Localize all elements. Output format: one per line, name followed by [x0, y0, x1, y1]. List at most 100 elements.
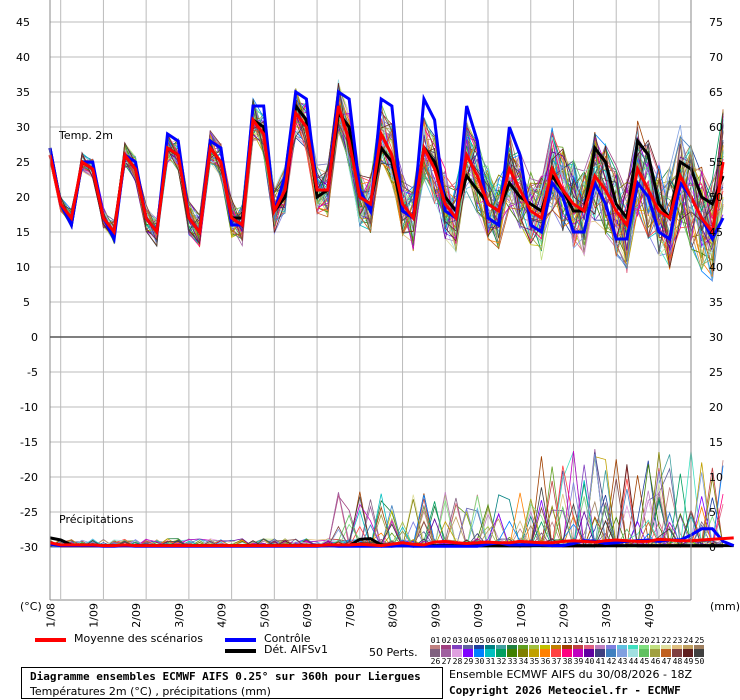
- precip-panel-label: Précipitations: [59, 513, 134, 526]
- pert-number: 48: [672, 657, 683, 666]
- grid: [50, 0, 691, 599]
- precip-left-tick: -10: [20, 401, 38, 414]
- copyright: Copyright 2026 Meteociel.fr - ECMWF: [449, 684, 681, 697]
- pert-number: 10: [529, 636, 540, 645]
- date-label: 09/09: [429, 603, 442, 628]
- date-label: 08/09: [387, 603, 400, 628]
- pert-number: 30: [474, 657, 485, 666]
- precip-left-tick: -25: [20, 506, 38, 519]
- date-label: 13/09: [600, 603, 613, 628]
- date-label: 01/09: [87, 603, 100, 628]
- mean-legend-swatch: [35, 638, 66, 642]
- pert-number: 24: [683, 636, 694, 645]
- temp-left-tick: 20: [16, 191, 30, 204]
- pert-number: 18: [617, 636, 628, 645]
- precip-right-tick: 30: [709, 331, 723, 344]
- pert-swatch: [529, 649, 539, 657]
- pert-number: 39: [573, 657, 584, 666]
- pert-swatch: [628, 649, 638, 657]
- pert-number: 43: [617, 657, 628, 666]
- pert-number: 07: [496, 636, 507, 645]
- temp-left-tick: 15: [16, 226, 30, 239]
- pert-number: 11: [540, 636, 551, 645]
- pert-number: 16: [595, 636, 606, 645]
- pert-number: 42: [606, 657, 617, 666]
- axes: 454035302520151057570656055504540350-5-1…: [16, 0, 723, 628]
- pert-number: 15: [584, 636, 595, 645]
- date-label: 31/08: [45, 603, 58, 628]
- pert-number: 25: [694, 636, 705, 645]
- right-unit: (mm): [710, 600, 740, 613]
- pert-number: 22: [661, 636, 672, 645]
- mean-legend-label: Moyenne des scénarios: [74, 632, 203, 645]
- pert-number: 36: [540, 657, 551, 666]
- pert-number: 28: [452, 657, 463, 666]
- temp-right-tick: 35: [709, 296, 723, 309]
- temp-right-tick: 60: [709, 121, 723, 134]
- pert-swatch: [595, 649, 605, 657]
- temp-left-tick: 25: [16, 156, 30, 169]
- pert-number: 09: [518, 636, 529, 645]
- temp-panel-label: Temp. 2m: [58, 129, 113, 142]
- pert-number: 38: [562, 657, 573, 666]
- pert-number: 47: [661, 657, 672, 666]
- temp-right-tick: 45: [709, 226, 723, 239]
- temp-left-tick: 30: [16, 121, 30, 134]
- pert-swatch: [485, 649, 495, 657]
- precip-right-tick: 25: [709, 366, 723, 379]
- precip-right-tick: 0: [709, 541, 716, 554]
- pert-number: 23: [672, 636, 683, 645]
- pert-swatch: [650, 649, 660, 657]
- precip-right-tick: 5: [709, 506, 716, 519]
- date-label: 11/09: [515, 603, 528, 628]
- date-label: 14/09: [643, 603, 656, 628]
- chart-subtitle: Températures 2m (°C) , précipitations (m…: [30, 685, 271, 698]
- temp-right-tick: 65: [709, 86, 723, 99]
- pert-number: 44: [628, 657, 639, 666]
- precip-left-tick: -5: [27, 366, 38, 379]
- det-legend-label: Dét. AIFSv1: [264, 643, 328, 656]
- temp-right-tick: 55: [709, 156, 723, 169]
- control-legend-swatch: [225, 638, 256, 642]
- pert-number: 31: [485, 657, 496, 666]
- temp-left-tick: 40: [16, 51, 30, 64]
- pert-swatch: [639, 649, 649, 657]
- pert-number: 06: [485, 636, 496, 645]
- temp-left-tick: 35: [16, 86, 30, 99]
- pert-number: 33: [507, 657, 518, 666]
- pert-number: 21: [650, 636, 661, 645]
- date-label: 04/09: [216, 603, 229, 628]
- title-box: Diagramme ensembles ECMWF AIFS 0.25° sur…: [21, 667, 443, 699]
- pert-number: 27: [441, 657, 452, 666]
- date-label: 05/09: [258, 603, 271, 628]
- precip-left-tick: 0: [31, 331, 38, 344]
- pert-swatch: [463, 649, 473, 657]
- pert-swatch: [694, 649, 704, 657]
- temp-right-tick: 75: [709, 16, 723, 29]
- pert-swatch: [683, 649, 693, 657]
- pert-swatch: [430, 649, 440, 657]
- pert-swatch: [474, 649, 484, 657]
- pert-swatch: [540, 649, 550, 657]
- precip-left-tick: -20: [20, 471, 38, 484]
- date-label: 02/09: [130, 603, 143, 628]
- pert-number: 50: [694, 657, 705, 666]
- temp-left-tick: 45: [16, 16, 30, 29]
- pert-swatch: [562, 649, 572, 657]
- chart-title: Diagramme ensembles ECMWF AIFS 0.25° sur…: [30, 670, 421, 683]
- date-label: 06/09: [301, 603, 314, 628]
- perturbations-legend: 01 02 03 04 05 06 07 08 09 10 11 12 13 14 15 16 17 18 19 20…: [430, 636, 706, 666]
- precip-right-tick: 10: [709, 471, 723, 484]
- pert-number: 17: [606, 636, 617, 645]
- pert-swatch: [584, 649, 594, 657]
- pert-swatch: [617, 649, 627, 657]
- pert-number: 49: [683, 657, 694, 666]
- pert-number: 37: [551, 657, 562, 666]
- pert-number: 01: [430, 636, 441, 645]
- pert-number: 03: [452, 636, 463, 645]
- pert-swatch: [672, 649, 682, 657]
- pert-number: 40: [584, 657, 595, 666]
- precip-left-tick: -30: [20, 541, 38, 554]
- precip-left-tick: -15: [20, 436, 38, 449]
- run-info: Ensemble ECMWF AIFS du 30/08/2026 - 18Z: [449, 668, 692, 681]
